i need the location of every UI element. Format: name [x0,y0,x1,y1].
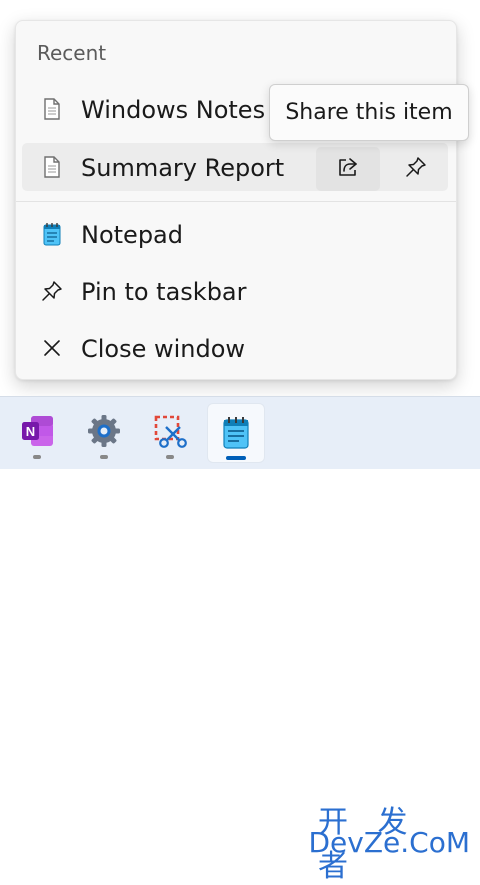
active-indicator [226,456,246,460]
onenote-icon: N [19,413,55,449]
taskbar-app-settings[interactable] [76,403,132,461]
taskbar-app-onenote[interactable]: N [9,403,65,461]
pin-icon [40,279,64,303]
pin-item-button[interactable] [384,147,448,191]
menu-divider [16,201,456,202]
notepad-icon [218,414,254,450]
settings-gear-icon [86,413,122,449]
share-icon [336,155,360,183]
jump-list-menu: Recent Windows Notes Summary Report Note… [15,20,457,380]
taskbar-app-snipping-tool[interactable] [142,403,198,461]
share-item-button[interactable] [316,147,380,191]
taskbar: N 开 发 者 DevZe.CoM [0,396,480,884]
task-label: Close window [81,335,246,363]
task-pin-to-taskbar[interactable]: Pin to taskbar [22,267,448,315]
running-indicator [166,455,174,459]
share-tooltip: Share this item [269,84,469,141]
watermark-line-2: DevZe.CoM [308,826,470,859]
taskbar-app-notepad[interactable] [207,403,265,463]
task-label: Notepad [81,221,183,249]
snipping-tool-icon [152,413,188,449]
close-icon [40,336,64,360]
recent-section-title: Recent [37,41,107,65]
recent-item-label: Windows Notes [81,96,266,124]
recent-item-summary-report[interactable]: Summary Report [22,143,448,191]
onenote-letter: N [26,424,35,439]
task-notepad[interactable]: Notepad [22,210,448,258]
task-label: Pin to taskbar [81,278,247,306]
document-icon [40,155,64,179]
running-indicator [100,455,108,459]
notepad-icon [40,222,64,246]
task-close-window[interactable]: Close window [22,324,448,372]
document-icon [40,97,64,121]
recent-item-label: Summary Report [81,154,285,182]
watermark: 开 发 者 DevZe.CoM [308,795,476,884]
running-indicator [33,455,41,459]
pin-icon [404,155,428,183]
